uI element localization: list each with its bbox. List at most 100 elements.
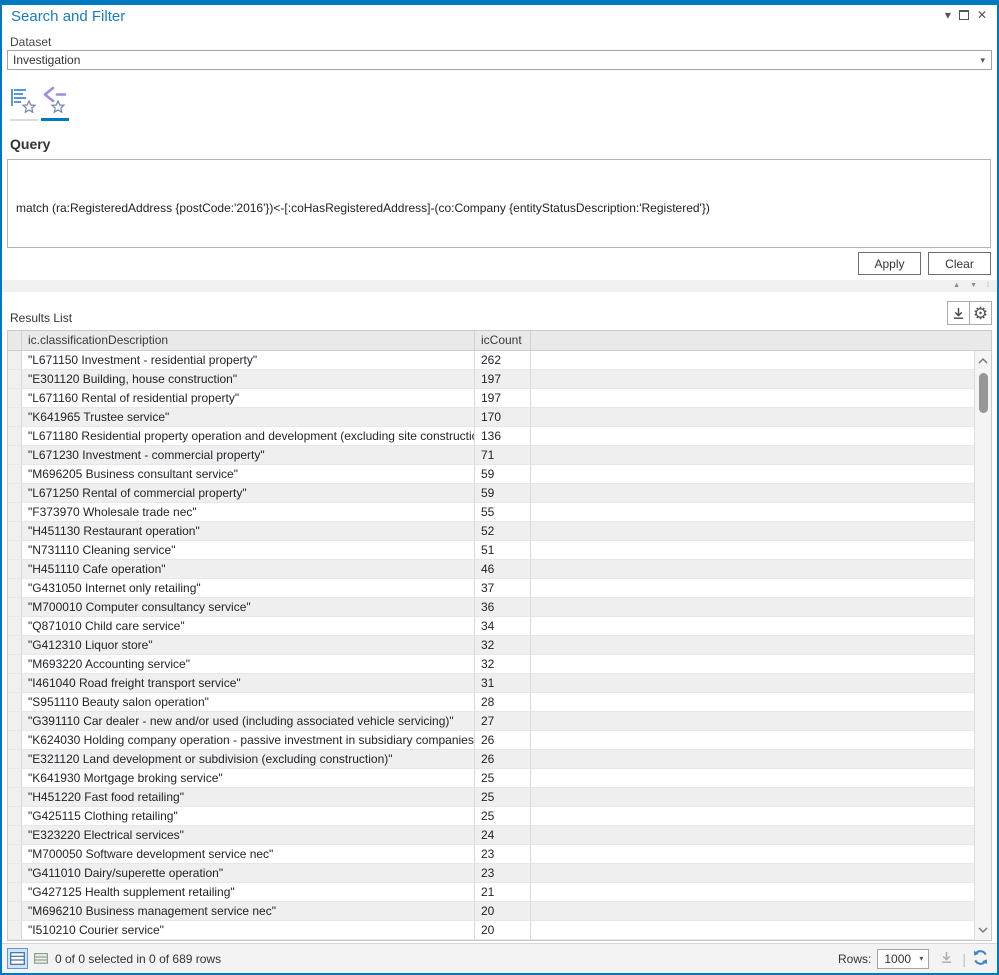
table-row[interactable]: "H451220 Fast food retailing" 25	[8, 788, 974, 807]
row-selector[interactable]	[8, 427, 22, 446]
row-selector[interactable]	[8, 883, 22, 902]
cell-classification-description: "H451220 Fast food retailing"	[22, 788, 475, 807]
row-selector[interactable]	[8, 864, 22, 883]
cell-filler	[531, 902, 974, 921]
row-selector[interactable]	[8, 560, 22, 579]
row-selector[interactable]	[8, 617, 22, 636]
table-row[interactable]: "G425115 Clothing retailing" 25	[8, 807, 974, 826]
row-selector[interactable]	[8, 389, 22, 408]
export-results-button[interactable]	[947, 301, 970, 325]
table-view-button[interactable]	[7, 948, 28, 969]
rows-count-dropdown[interactable]: 1000 ▾	[877, 948, 930, 969]
table-row[interactable]: "K624030 Holding company operation - pas…	[8, 731, 974, 750]
table-row[interactable]: "G412310 Liquor store" 32	[8, 636, 974, 655]
tab-query[interactable]	[38, 84, 69, 127]
table-row[interactable]: "G431050 Internet only retailing" 37	[8, 579, 974, 598]
column-header-iccount[interactable]: icCount	[475, 331, 531, 350]
table-row[interactable]: "M693220 Accounting service" 32	[8, 655, 974, 674]
row-selector[interactable]	[8, 902, 22, 921]
table-row[interactable]: "K641965 Trustee service" 170	[8, 408, 974, 427]
close-icon[interactable]: ✕	[977, 8, 987, 22]
table-row[interactable]: "E321120 Land development or subdivision…	[8, 750, 974, 769]
table-row[interactable]: "G411010 Dairy/superette operation" 23	[8, 864, 974, 883]
query-arrow-icon	[43, 86, 67, 114]
table-row[interactable]: "S951110 Beauty salon operation" 28	[8, 693, 974, 712]
splitter-bar[interactable]: ▲ ▼ ⁞	[2, 280, 997, 292]
scroll-down-icon[interactable]	[975, 922, 991, 938]
download-disabled-icon	[942, 951, 952, 963]
row-selector[interactable]	[8, 845, 22, 864]
column-header-description[interactable]: ic.classificationDescription	[22, 331, 475, 350]
tab-search-list[interactable]	[7, 84, 38, 127]
table-row[interactable]: "I461040 Road freight transport service"…	[8, 674, 974, 693]
row-selector[interactable]	[8, 731, 22, 750]
row-selector[interactable]	[8, 807, 22, 826]
expand-up-icon[interactable]: ▲	[953, 281, 960, 291]
table-row[interactable]: "K641930 Mortgage broking service" 25	[8, 769, 974, 788]
cell-classification-description: "I461040 Road freight transport service"	[22, 674, 475, 693]
table-row[interactable]: "N731110 Cleaning service" 51	[8, 541, 974, 560]
row-selector[interactable]	[8, 351, 22, 370]
row-selector[interactable]	[8, 921, 22, 940]
row-selector[interactable]	[8, 674, 22, 693]
splitter-grip-icon[interactable]: ⁞	[987, 281, 989, 291]
row-selector[interactable]	[8, 769, 22, 788]
table-row[interactable]: "L671150 Investment - residential proper…	[8, 351, 974, 370]
download-icon	[953, 307, 964, 319]
dataset-dropdown[interactable]: Investigation ▾	[7, 50, 992, 70]
row-selector[interactable]	[8, 465, 22, 484]
table-row[interactable]: "G427125 Health supplement retailing" 21	[8, 883, 974, 902]
collapse-down-icon[interactable]: ▼	[970, 281, 977, 291]
table-row[interactable]: "M696205 Business consultant service" 59	[8, 465, 974, 484]
apply-button[interactable]: Apply	[858, 252, 921, 275]
row-selector[interactable]	[8, 826, 22, 845]
table-row[interactable]: "L671250 Rental of commercial property" 5…	[8, 484, 974, 503]
query-editor[interactable]: match (ra:RegisteredAddress {postCode:'2…	[7, 159, 991, 248]
row-selector[interactable]	[8, 503, 22, 522]
table-row[interactable]: "M700050 Software development service ne…	[8, 845, 974, 864]
table-row[interactable]: "I510210 Courier service" 20	[8, 921, 974, 940]
row-selector[interactable]	[8, 750, 22, 769]
cell-filler	[531, 446, 974, 465]
row-selector[interactable]	[8, 370, 22, 389]
table-row[interactable]: "L671230 Investment - commercial propert…	[8, 446, 974, 465]
row-selector[interactable]	[8, 541, 22, 560]
scrollbar-thumb[interactable]	[979, 373, 988, 413]
download-rows-button[interactable]	[939, 950, 954, 968]
table-header: ic.classificationDescription icCount	[8, 331, 991, 351]
row-selector[interactable]	[8, 655, 22, 674]
row-selector[interactable]	[8, 484, 22, 503]
table-row[interactable]: "H451130 Restaurant operation" 52	[8, 522, 974, 541]
row-selector[interactable]	[8, 636, 22, 655]
table-row[interactable]: "M700010 Computer consultancy service" 36	[8, 598, 974, 617]
table-row[interactable]: "E323220 Electrical services" 24	[8, 826, 974, 845]
cell-filler	[531, 769, 974, 788]
row-selector[interactable]	[8, 579, 22, 598]
table-row[interactable]: "M696210 Business management service nec…	[8, 902, 974, 921]
row-selector[interactable]	[8, 522, 22, 541]
float-pane-icon[interactable]	[958, 10, 969, 20]
cell-filler	[531, 579, 974, 598]
cell-iccount: 32	[475, 636, 531, 655]
scroll-up-icon[interactable]	[975, 353, 991, 369]
table-row[interactable]: "G391110 Car dealer - new and/or used (i…	[8, 712, 974, 731]
row-selector[interactable]	[8, 712, 22, 731]
row-selector[interactable]	[8, 788, 22, 807]
vertical-scrollbar[interactable]	[974, 351, 991, 940]
table-row[interactable]: "L671180 Residential property operation …	[8, 427, 974, 446]
table-row[interactable]: "L671160 Rental of residential property"…	[8, 389, 974, 408]
row-selector[interactable]	[8, 408, 22, 427]
pane-menu-caret-icon[interactable]: ▾	[945, 8, 951, 22]
results-settings-button[interactable]: ⚙	[969, 301, 992, 325]
row-selector[interactable]	[8, 598, 22, 617]
table-row[interactable]: "F373970 Wholesale trade nec" 55	[8, 503, 974, 522]
table-row[interactable]: "H451110 Cafe operation" 46	[8, 560, 974, 579]
table-row[interactable]: "E301120 Building, house construction" 19…	[8, 370, 974, 389]
refresh-button[interactable]	[972, 949, 989, 969]
row-selector[interactable]	[8, 693, 22, 712]
attribute-table-icon[interactable]	[34, 953, 48, 964]
table-row[interactable]: "Q871010 Child care service" 34	[8, 617, 974, 636]
row-selector[interactable]	[8, 446, 22, 465]
cell-classification-description: "G427125 Health supplement retailing"	[22, 883, 475, 902]
clear-button[interactable]: Clear	[928, 252, 991, 275]
